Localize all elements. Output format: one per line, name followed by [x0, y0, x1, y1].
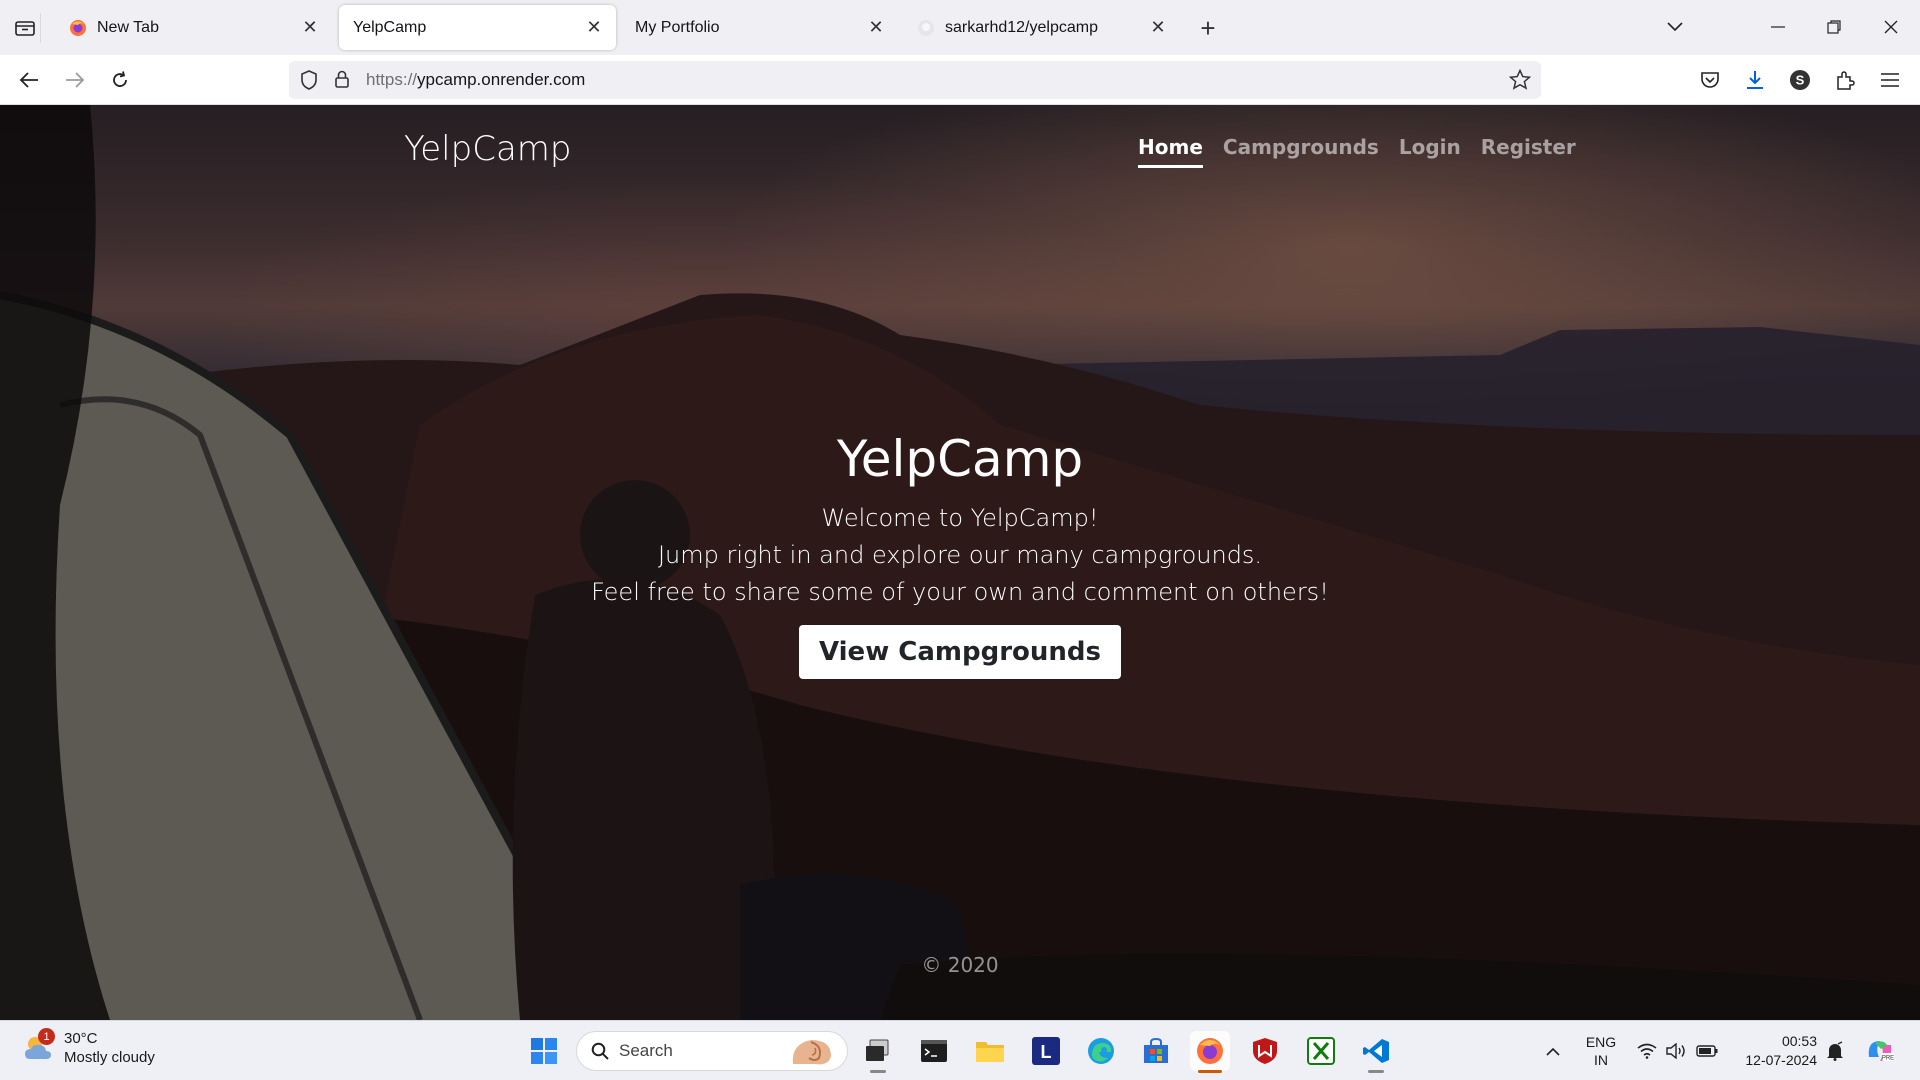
l-app-letter: L — [1041, 1042, 1052, 1062]
wifi-icon[interactable] — [1636, 1031, 1658, 1071]
region-code: IN — [1594, 1052, 1608, 1068]
site-footer: © 2020 — [921, 953, 999, 977]
app-running-indicator — [1368, 1070, 1384, 1073]
view-campgrounds-button[interactable]: View Campgrounds — [798, 625, 1121, 679]
lock-icon[interactable] — [334, 69, 350, 94]
tab-list-icon[interactable] — [9, 13, 41, 43]
taskbar-search[interactable]: Search — [576, 1031, 848, 1071]
nav-register-link[interactable]: Register — [1481, 135, 1576, 168]
address-bar[interactable]: https://ypcamp.onrender.com — [289, 61, 1541, 99]
pocket-icon[interactable] — [1693, 63, 1727, 97]
svg-text:PRE: PRE — [1882, 1056, 1894, 1062]
microsoft-store-icon[interactable] — [1136, 1031, 1176, 1071]
tab-new-tab[interactable]: New Tab ✕ — [55, 5, 332, 50]
weather-temp: 30°C — [64, 1030, 98, 1047]
clock-time: 00:53 — [1781, 1033, 1817, 1049]
windows-start-icon[interactable] — [524, 1031, 564, 1071]
restore-icon[interactable] — [1814, 10, 1854, 44]
profile-letter: S — [1796, 73, 1805, 88]
extensions-icon[interactable] — [1828, 63, 1862, 97]
firefox-taskbar-icon[interactable] — [1190, 1031, 1230, 1073]
tab-strip: New Tab ✕ YelpCamp ✕ My Portfolio ✕ sark… — [0, 0, 1920, 55]
hamburger-menu-icon[interactable] — [1873, 63, 1907, 97]
back-arrow-icon[interactable] — [12, 63, 46, 97]
terminal-icon[interactable] — [914, 1031, 954, 1071]
tab-overflow-chevron-icon[interactable] — [1655, 10, 1695, 44]
page-viewport: YelpCamp Home Campgrounds Login Register… — [0, 105, 1920, 1020]
weather-widget[interactable]: 1 30°C Mostly cloudy — [22, 1028, 155, 1067]
weather-desc: Mostly cloudy — [64, 1049, 155, 1066]
tab-label: YelpCamp — [353, 18, 427, 36]
hero-section: YelpCamp Welcome to YelpCamp! Jump right… — [0, 430, 1920, 679]
search-label: Search — [619, 1041, 673, 1060]
github-icon — [917, 19, 935, 37]
url-host: ypcamp.onrender.com — [417, 70, 586, 89]
forward-arrow-icon[interactable] — [58, 63, 92, 97]
downloads-icon[interactable] — [1738, 63, 1772, 97]
close-tab-icon[interactable]: ✕ — [584, 17, 604, 38]
minimize-icon[interactable] — [1758, 10, 1798, 44]
search-highlight-shell-icon — [789, 1036, 835, 1073]
site-nav: Home Campgrounds Login Register — [1138, 135, 1576, 168]
task-view-icon[interactable] — [858, 1031, 898, 1073]
close-tab-icon[interactable]: ✕ — [300, 17, 320, 38]
tab-my-portfolio[interactable]: My Portfolio ✕ — [621, 5, 898, 50]
language-indicator[interactable]: ENG IN — [1580, 1031, 1622, 1071]
language-code: ENG — [1585, 1034, 1617, 1050]
clock-date: 12-07-2024 — [1745, 1052, 1817, 1068]
file-explorer-icon[interactable] — [970, 1031, 1010, 1071]
reload-icon[interactable] — [103, 63, 137, 97]
nav-home-link[interactable]: Home — [1138, 135, 1203, 168]
weather-alert-badge: 1 — [38, 1028, 55, 1045]
notifications-bell-icon[interactable] — [1824, 1031, 1846, 1071]
volume-icon[interactable] — [1664, 1031, 1688, 1071]
hero-line-explore: Jump right in and explore our many campg… — [657, 541, 1263, 569]
hero-line-welcome: Welcome to YelpCamp! — [821, 504, 1099, 532]
cloudy-weather-icon: 1 — [22, 1028, 55, 1064]
nav-campgrounds-link[interactable]: Campgrounds — [1223, 135, 1379, 168]
hero-title: YelpCamp — [836, 430, 1084, 488]
copilot-icon[interactable]: PRE — [1862, 1031, 1898, 1071]
url-text[interactable]: https://ypcamp.onrender.com — [366, 70, 585, 90]
l-app-icon[interactable]: L — [1026, 1031, 1066, 1071]
account-avatar-icon[interactable]: S — [1783, 63, 1817, 97]
firefox-icon — [69, 19, 87, 37]
edge-browser-icon[interactable] — [1081, 1031, 1121, 1071]
xbox-icon[interactable] — [1301, 1031, 1341, 1071]
nav-login-link[interactable]: Login — [1399, 135, 1461, 168]
hero-line-share: Feel free to share some of your own and … — [591, 578, 1329, 606]
show-hidden-icons-chevron-icon[interactable] — [1540, 1031, 1566, 1071]
tab-label: My Portfolio — [635, 18, 720, 36]
vscode-icon[interactable] — [1356, 1031, 1396, 1073]
tab-github-repo[interactable]: sarkarhd12/yelpcamp ✕ — [903, 5, 1180, 50]
battery-icon[interactable] — [1694, 1031, 1720, 1071]
close-tab-icon[interactable]: ✕ — [866, 17, 886, 38]
app-running-indicator — [870, 1070, 886, 1073]
bookmark-star-icon[interactable] — [1508, 68, 1532, 95]
url-scheme: https:// — [366, 70, 418, 89]
mcafee-shield-icon[interactable] — [1245, 1031, 1285, 1071]
tab-yelpcamp[interactable]: YelpCamp ✕ — [339, 5, 616, 50]
close-tab-icon[interactable]: ✕ — [1148, 17, 1168, 38]
tab-label: New Tab — [97, 18, 159, 36]
new-tab-plus-icon[interactable]: + — [1193, 13, 1223, 43]
windows-taskbar: 1 30°C Mostly cloudy Search L ENG IN 00:… — [0, 1020, 1920, 1080]
browser-toolbar: https://ypcamp.onrender.com S — [0, 55, 1920, 105]
tab-label: sarkarhd12/yelpcamp — [945, 18, 1098, 36]
site-brand[interactable]: YelpCamp — [404, 129, 571, 169]
search-icon — [591, 1042, 609, 1060]
app-active-indicator — [1198, 1070, 1222, 1073]
close-window-icon[interactable] — [1871, 10, 1911, 44]
taskbar-clock[interactable]: 00:53 12-07-2024 — [1735, 1032, 1817, 1070]
shield-icon[interactable] — [300, 70, 318, 95]
